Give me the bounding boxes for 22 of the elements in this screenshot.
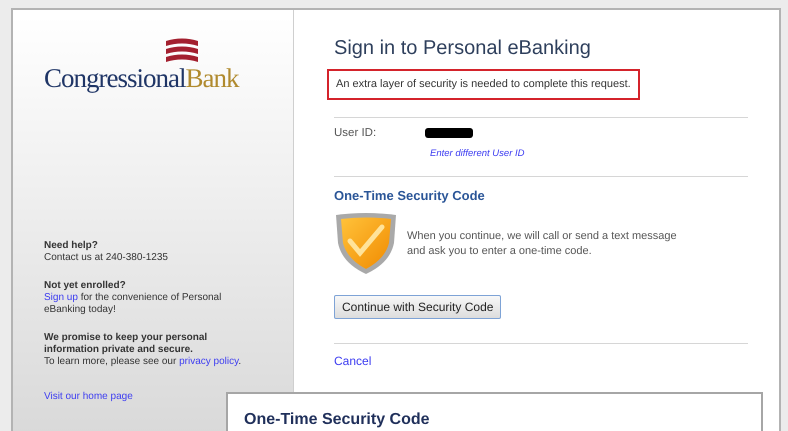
info-text: When you continue, we will call or send a text message and ask you to enter a one-time code. bbox=[407, 229, 678, 258]
privacy-policy-link[interactable]: privacy policy bbox=[179, 356, 238, 368]
shield-check-icon bbox=[334, 212, 398, 274]
continue-button[interactable]: Continue with Security Code bbox=[334, 294, 502, 318]
user-id-label: User ID: bbox=[334, 126, 378, 141]
bank-logo-text: CongressionalBank bbox=[44, 62, 238, 94]
change-user-link[interactable]: Enter different User ID bbox=[430, 147, 525, 162]
alert-message: An extra layer of security is needed to complete this request. bbox=[327, 69, 640, 100]
dialog-title: One-Time Security Code bbox=[244, 411, 430, 429]
help-text: Contact us at 240-380-1235 bbox=[44, 252, 169, 264]
help-text: To learn more, please see our privacy policy. bbox=[44, 356, 242, 368]
help-heading: Not yet enrolled? bbox=[44, 280, 127, 292]
punctuation: . bbox=[238, 356, 242, 368]
help-heading: Need help? bbox=[44, 240, 99, 252]
sign-up-link[interactable]: Sign up bbox=[44, 292, 78, 304]
flag-icon bbox=[164, 38, 200, 64]
home-page-link[interactable]: Visit our home page bbox=[44, 391, 133, 404]
cancel-link[interactable]: Cancel bbox=[334, 352, 372, 370]
help-text: Sign up for the convenience of Personal eBanking today! bbox=[44, 292, 222, 316]
help-heading: We promise to keep your personal information private and secure. bbox=[44, 332, 208, 356]
section-title: One-Time Security Code bbox=[334, 187, 485, 206]
page-title: Sign in to Personal eBanking bbox=[334, 36, 591, 60]
